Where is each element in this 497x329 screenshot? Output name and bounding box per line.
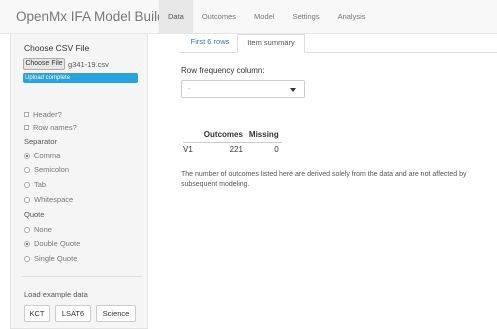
radio-single-quote[interactable] — [24, 255, 30, 262]
tab-first-6-rows[interactable]: First 6 rows — [183, 34, 237, 53]
table-header-missing: Missing — [245, 128, 282, 143]
separator-option-whitespace-label: Whitespace — [34, 195, 74, 204]
table-header-row: Outcomes Missing — [183, 128, 282, 143]
app-brand[interactable]: OpenMx IFA Model Builder — [16, 9, 177, 24]
quote-option-single-label: Single Quote — [34, 254, 78, 263]
data-sub-tabs: First 6 rows Item summary — [179, 34, 497, 53]
nav-tab-model[interactable]: Model — [245, 0, 283, 34]
separator-option-comma-label: Comma — [34, 151, 61, 160]
row-frequency-select[interactable]: - — [181, 80, 305, 98]
radio-semicolon[interactable] — [24, 166, 30, 173]
radio-none[interactable] — [24, 226, 30, 233]
navbar: OpenMx IFA Model Builder Data Outcomes M… — [0, 0, 497, 34]
quote-option-double-label: Double Quote — [34, 239, 81, 248]
radio-tab[interactable] — [24, 181, 30, 188]
example-kct-button[interactable]: KCT — [24, 305, 50, 322]
upload-progress-fill: Upload complete — [23, 73, 138, 83]
caret-down-icon — [290, 88, 296, 92]
file-input: Choose File g341-19.csv — [23, 58, 109, 70]
nav-tab-analysis[interactable]: Analysis — [329, 0, 375, 34]
row-frequency-label: Row frequency column: — [181, 66, 265, 75]
separator-option-whitespace[interactable]: Whitespace — [24, 195, 73, 204]
upload-progress-bar: Upload complete — [23, 73, 138, 83]
separator-option-comma[interactable]: Comma — [24, 151, 60, 160]
separator-option-tab[interactable]: Tab — [24, 180, 46, 189]
radio-comma[interactable] — [24, 152, 30, 159]
radio-whitespace[interactable] — [24, 196, 30, 203]
table-row: V1 221 0 — [183, 142, 282, 156]
example-data-label: Load example data — [24, 290, 88, 299]
table-cell-rowname: V1 — [183, 144, 193, 154]
table-cell-missing: 0 — [274, 144, 279, 154]
table-cell-outcomes: 221 — [229, 144, 243, 154]
example-lsat6-button[interactable]: LSAT6 — [55, 305, 91, 322]
quote-option-none-label: None — [34, 225, 52, 234]
quote-option-double[interactable]: Double Quote — [24, 239, 80, 248]
header-checkbox-label: Header? — [33, 110, 62, 119]
quote-option-single[interactable]: Single Quote — [24, 254, 77, 263]
tab-item-summary[interactable]: Item summary — [237, 34, 305, 53]
nav-tabs: Data Outcomes Model Settings Analysis — [159, 0, 375, 34]
rownames-checkbox-box[interactable] — [24, 125, 29, 130]
rownames-checkbox-label: Row names? — [33, 123, 77, 132]
separator-option-semicolon[interactable]: Semicolon — [24, 165, 69, 174]
separator-label: Separator — [24, 137, 57, 146]
quote-option-none[interactable]: None — [24, 225, 52, 234]
nav-tab-settings[interactable]: Settings — [283, 0, 328, 34]
table-header-rowname — [183, 128, 201, 143]
file-name-display: g341-19.csv — [68, 59, 109, 69]
header-checkbox-box[interactable] — [24, 112, 29, 117]
table-header-outcomes: Outcomes — [200, 128, 246, 143]
outcomes-note: The number of outcomes listed here are d… — [181, 171, 467, 188]
rownames-checkbox[interactable]: Row names? — [24, 123, 77, 132]
separator-option-tab-label: Tab — [34, 180, 47, 189]
browse-button[interactable]: Choose File — [23, 58, 65, 70]
separator-option-semicolon-label: Semicolon — [34, 165, 70, 174]
example-science-button[interactable]: Science — [96, 305, 136, 322]
sidebar-divider — [22, 276, 142, 277]
header-checkbox[interactable]: Header? — [24, 110, 62, 119]
item-summary-table: Outcomes Missing V1 221 0 — [183, 128, 282, 156]
radio-double-quote[interactable] — [24, 240, 30, 247]
nav-tab-outcomes[interactable]: Outcomes — [193, 0, 245, 34]
nav-tab-data[interactable]: Data — [159, 0, 193, 34]
row-frequency-value: - — [188, 84, 191, 93]
quote-label: Quote — [24, 210, 45, 219]
choose-file-label: Choose CSV File — [24, 43, 90, 53]
